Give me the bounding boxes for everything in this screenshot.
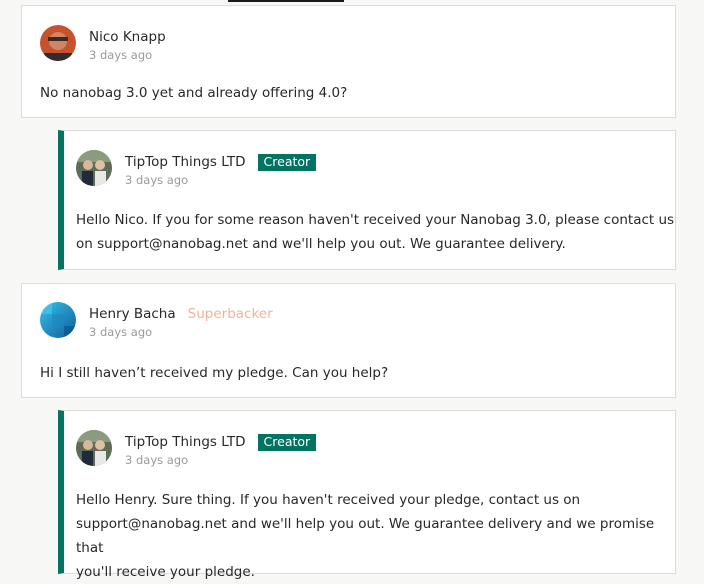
top-edge-bar <box>228 0 344 2</box>
comment-card: Henry Bacha Superbacker 3 days ago Hi I … <box>21 283 676 398</box>
reply-card: TipTop Things LTD Creator 3 days ago Hel… <box>58 410 676 580</box>
creator-badge: Creator <box>257 433 317 451</box>
team-photo-icon[interactable] <box>76 430 112 466</box>
comment-timestamp: 3 days ago <box>89 48 153 62</box>
reply-text: Hello Nico. If you for some reason haven… <box>76 208 674 256</box>
team-photo-icon[interactable] <box>76 150 112 186</box>
comment-timestamp: 3 days ago <box>125 173 189 187</box>
reply-text-line: on support@nanobag.net and we'll help yo… <box>76 236 566 252</box>
superbacker-badge: Superbacker <box>187 306 273 322</box>
comment-timestamp: 3 days ago <box>89 325 153 339</box>
author-name[interactable]: TipTop Things LTD <box>125 434 246 450</box>
reply-text: Hello Henry. Sure thing. If you haven't … <box>76 488 675 584</box>
comment-text: No nanobag 3.0 yet and already offering … <box>40 85 348 101</box>
blue-gradient-avatar-icon[interactable] <box>40 302 76 338</box>
reply-text-line: Hello Nico. If you for some reason haven… <box>76 212 675 228</box>
comment-card: Nico Knapp 3 days ago No nanobag 3.0 yet… <box>21 5 676 118</box>
reply-text-line: support@nanobag.net and we'll help you o… <box>76 516 655 556</box>
author-name[interactable]: Nico Knapp <box>89 29 166 45</box>
creator-badge: Creator <box>257 153 317 171</box>
comment-timestamp: 3 days ago <box>125 453 189 467</box>
author-name[interactable]: Henry Bacha <box>89 306 176 322</box>
reply-card: TipTop Things LTD Creator 3 days ago Hel… <box>58 130 676 270</box>
author-name[interactable]: TipTop Things LTD <box>125 154 246 170</box>
comment-text: Hi I still haven’t received my pledge. C… <box>40 365 389 381</box>
reply-text-line: you'll receive your pledge. <box>76 564 255 580</box>
user-photo-icon[interactable] <box>40 25 76 61</box>
reply-text-line: Hello Henry. Sure thing. If you haven't … <box>76 492 581 508</box>
